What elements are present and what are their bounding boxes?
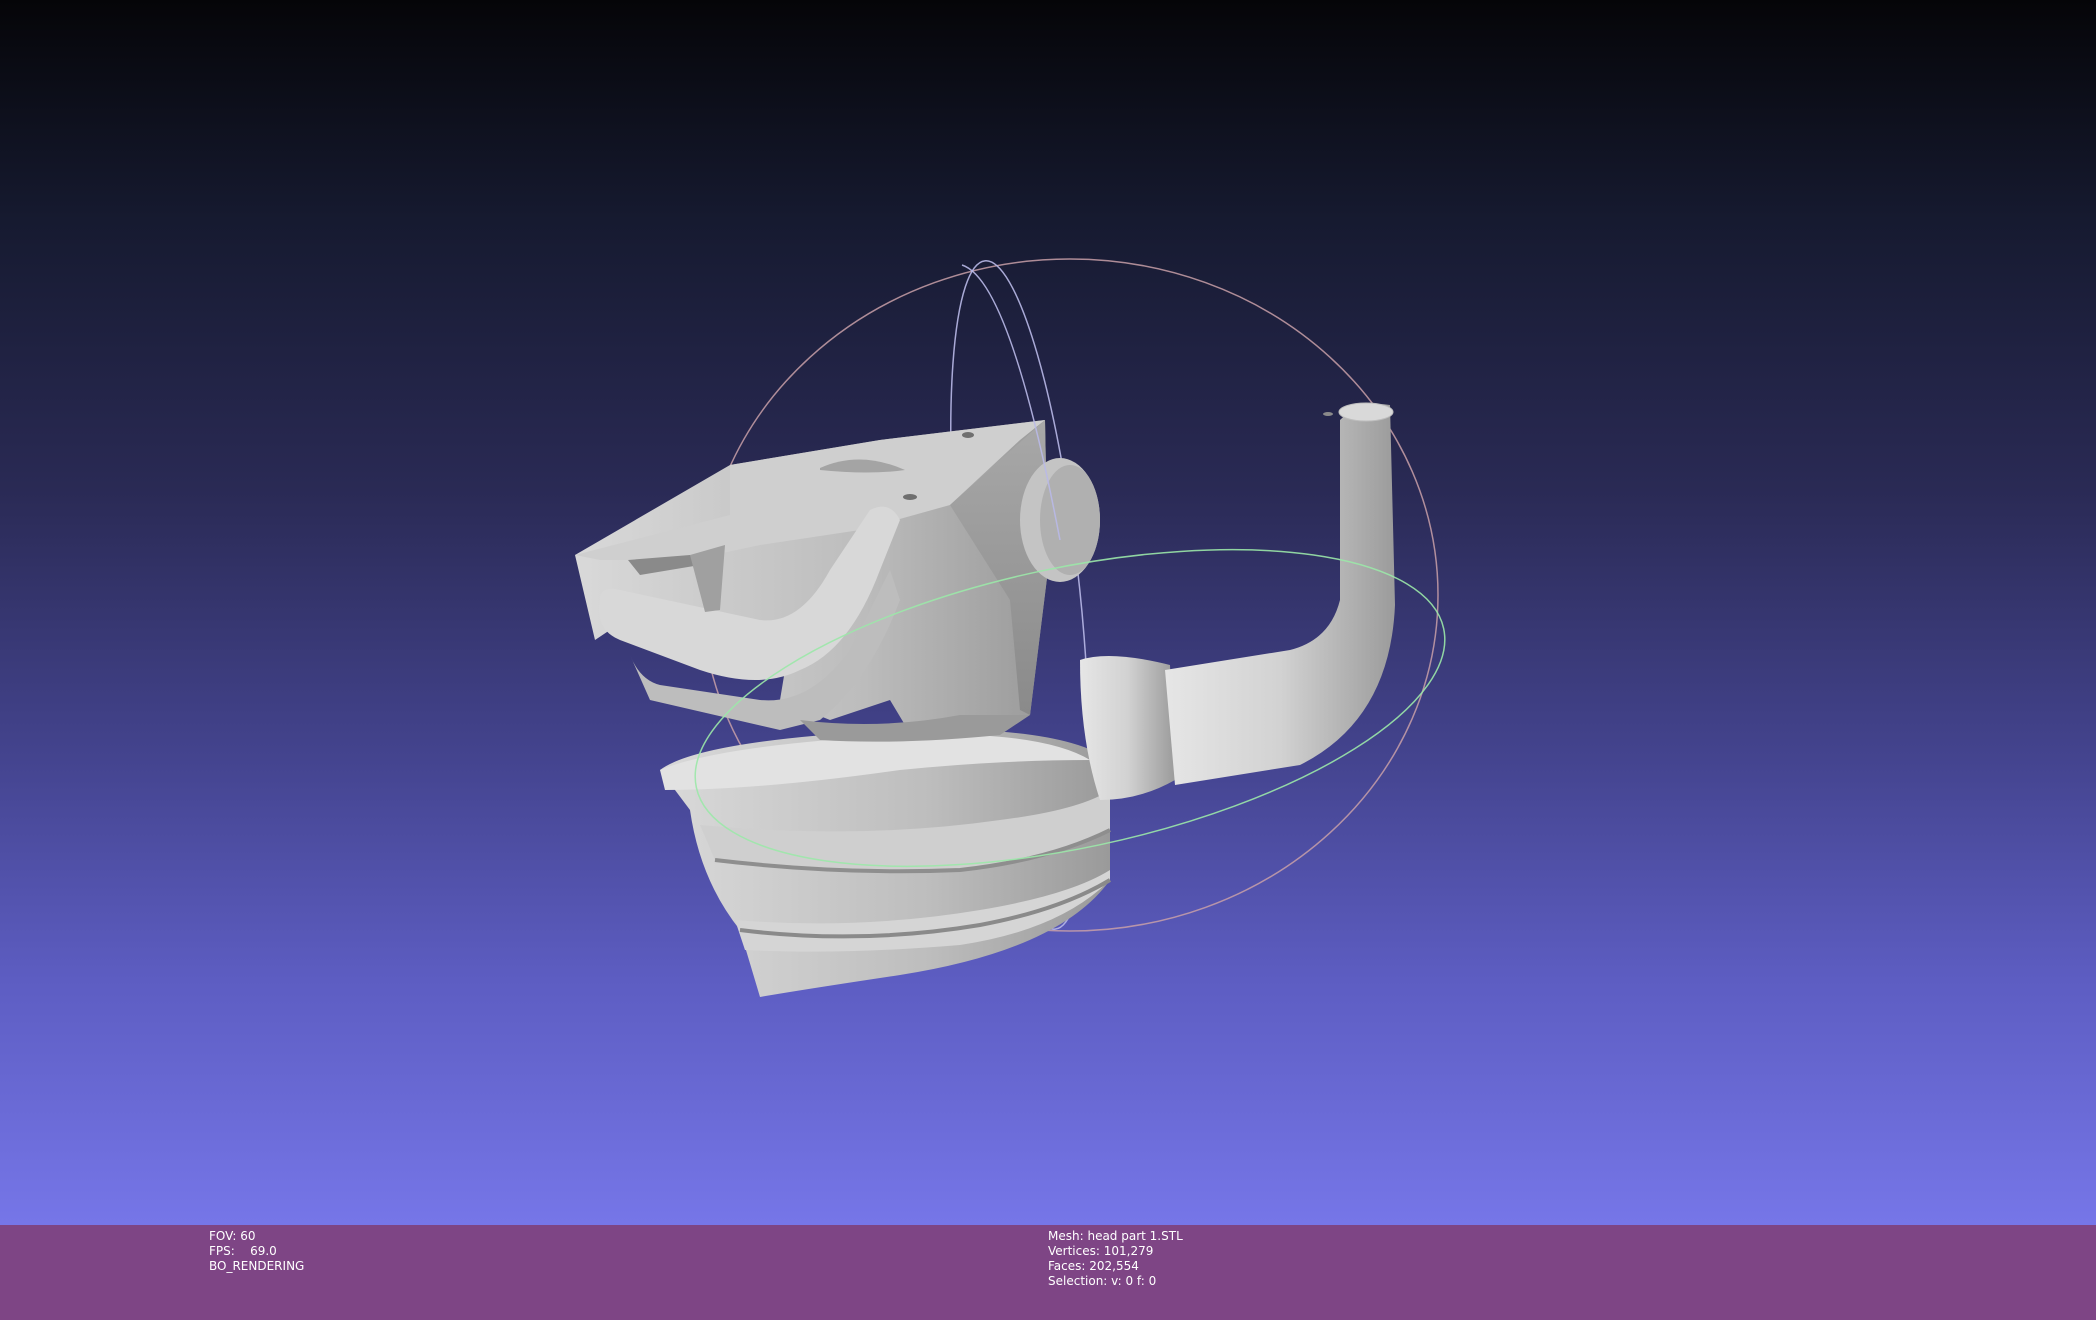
mesh-name: head part 1.STL <box>1087 1229 1183 1243</box>
mesh-row: Mesh: head part 1.STL <box>1048 1229 1183 1244</box>
selection-value: v: 0 f: 0 <box>1111 1274 1157 1288</box>
render-mode: BO_RENDERING <box>209 1259 305 1273</box>
fov-row: FOV: 60 <box>209 1229 304 1244</box>
faces-row: Faces: 202,554 <box>1048 1259 1183 1274</box>
faces-value: 202,554 <box>1089 1259 1139 1273</box>
selection-row: Selection: v: 0 f: 0 <box>1048 1274 1183 1289</box>
mesh-model-icon[interactable] <box>575 402 1395 997</box>
fps-value: 69.0 <box>250 1244 277 1258</box>
viewport-canvas[interactable] <box>0 0 2096 1225</box>
3d-viewport[interactable] <box>0 0 2096 1225</box>
fps-row: FPS: 69.0 <box>209 1244 304 1259</box>
vertices-row: Vertices: 101,279 <box>1048 1244 1183 1259</box>
status-bar: FOV: 60 FPS: 69.0 BO_RENDERING Mesh: hea… <box>0 1225 2096 1320</box>
mesh-info-panel: Mesh: head part 1.STL Vertices: 101,279 … <box>1048 1229 1183 1289</box>
fov-value: 60 <box>240 1229 256 1243</box>
vertices-label: Vertices: <box>1048 1244 1100 1258</box>
render-info-panel: FOV: 60 FPS: 69.0 BO_RENDERING <box>209 1229 304 1274</box>
vertices-value: 101,279 <box>1103 1244 1154 1258</box>
fps-label: FPS: <box>209 1244 235 1258</box>
selection-label: Selection: <box>1048 1274 1108 1288</box>
mesh-label: Mesh: <box>1048 1229 1084 1243</box>
fov-label: FOV: <box>209 1229 237 1243</box>
faces-label: Faces: <box>1048 1259 1086 1273</box>
